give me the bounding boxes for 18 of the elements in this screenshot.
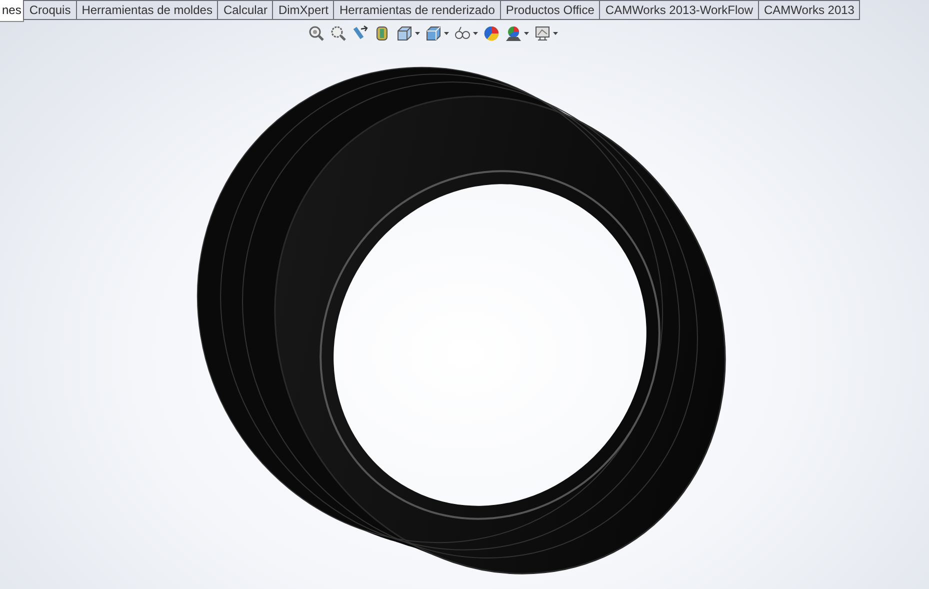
zoom-icon[interactable]	[308, 24, 325, 42]
ribbon-tab[interactable]: nes	[0, 0, 24, 22]
color-ball-icon[interactable]	[483, 24, 500, 42]
zoom-area-icon[interactable]	[330, 24, 347, 42]
ribbon-tab[interactable]: Herramientas de renderizado	[333, 0, 501, 20]
scene-icon[interactable]	[505, 24, 529, 42]
ribbon-tab[interactable]: Calcular	[217, 0, 274, 20]
wand-arrow-icon[interactable]	[352, 24, 369, 42]
ribbon-tab[interactable]: CAMWorks 2013	[758, 0, 860, 20]
monitor-icon[interactable]	[534, 24, 558, 42]
ribbon-tab[interactable]: Croquis	[23, 0, 77, 20]
ribbon-tab[interactable]: Herramientas de moldes	[76, 0, 218, 20]
ribbon-tab[interactable]: CAMWorks 2013-WorkFlow	[599, 0, 759, 20]
ribbon-tab[interactable]: DimXpert	[272, 0, 334, 20]
ribbon-tab[interactable]: Productos Office	[500, 0, 600, 20]
glasses-icon[interactable]	[454, 24, 478, 42]
shaded-cube-icon[interactable]	[425, 24, 449, 42]
cube-icon[interactable]	[396, 24, 420, 42]
